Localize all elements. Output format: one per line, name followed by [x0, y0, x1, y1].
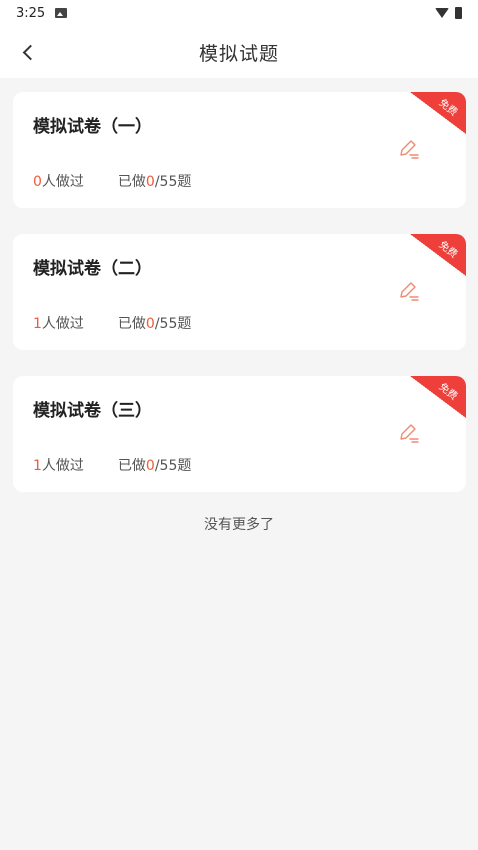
exam-title: 模拟试卷（一）: [33, 117, 152, 137]
free-badge: 免费: [436, 381, 460, 403]
no-more-text: 没有更多了: [204, 517, 274, 533]
exam-card[interactable]: 免费 模拟试卷（三） 1人做过 已做0/55题: [13, 376, 466, 492]
done-total: /55题: [154, 316, 192, 332]
people-count-text: 0人做过: [33, 171, 84, 191]
exam-title: 模拟试卷（三）: [33, 401, 152, 421]
done-total: /55题: [154, 174, 192, 190]
page-title: 模拟试题: [198, 42, 279, 65]
free-ribbon: 免费: [410, 234, 466, 276]
people-count-text: 1人做过: [33, 313, 84, 333]
people-suffix: 人做过: [41, 458, 84, 474]
free-badge: 免费: [436, 239, 460, 261]
done-count: 0: [145, 458, 155, 474]
back-button[interactable]: [10, 34, 46, 70]
exam-card[interactable]: 免费 模拟试卷（二） 1人做过 已做0/55题: [13, 234, 466, 350]
edit-pen-icon[interactable]: [398, 280, 420, 302]
exam-stats: 1人做过 已做0/55题: [33, 455, 191, 475]
done-count: 0: [145, 174, 155, 190]
done-prefix: 已做: [117, 174, 146, 190]
people-count: 0: [33, 174, 42, 190]
progress-text: 已做0/55题: [118, 313, 191, 333]
people-count-text: 1人做过: [33, 455, 84, 475]
edit-pen-icon[interactable]: [398, 422, 420, 444]
exam-list: 免费 模拟试卷（一） 0人做过 已做0/55题 免费 模拟试卷（二） 1人做过 …: [13, 92, 466, 518]
status-time: 3:25: [16, 5, 46, 21]
progress-text: 已做0/55题: [118, 455, 191, 475]
done-total: /55题: [154, 458, 192, 474]
done-prefix: 已做: [117, 316, 146, 332]
free-ribbon: 免费: [410, 92, 466, 134]
exam-title: 模拟试卷（二）: [33, 259, 152, 279]
exam-stats: 0人做过 已做0/55题: [33, 171, 191, 191]
free-badge: 免费: [436, 97, 460, 119]
exam-stats: 1人做过 已做0/55题: [33, 313, 191, 333]
chevron-left-icon: [22, 44, 39, 60]
free-ribbon: 免费: [410, 376, 466, 418]
people-suffix: 人做过: [41, 316, 84, 332]
image-icon: [55, 8, 68, 18]
done-count: 0: [145, 316, 155, 332]
people-suffix: 人做过: [41, 174, 84, 190]
wifi-icon: [435, 8, 449, 18]
status-right: [435, 7, 462, 19]
people-count: 1: [33, 458, 42, 474]
top-navbar: 模拟试题: [0, 26, 478, 78]
exam-card[interactable]: 免费 模拟试卷（一） 0人做过 已做0/55题: [13, 92, 466, 208]
people-count: 1: [33, 316, 42, 332]
edit-pen-icon[interactable]: [398, 138, 420, 160]
progress-text: 已做0/55题: [118, 171, 191, 191]
status-bar: 3:25: [0, 0, 478, 26]
battery-icon: [455, 7, 462, 19]
done-prefix: 已做: [117, 458, 146, 474]
